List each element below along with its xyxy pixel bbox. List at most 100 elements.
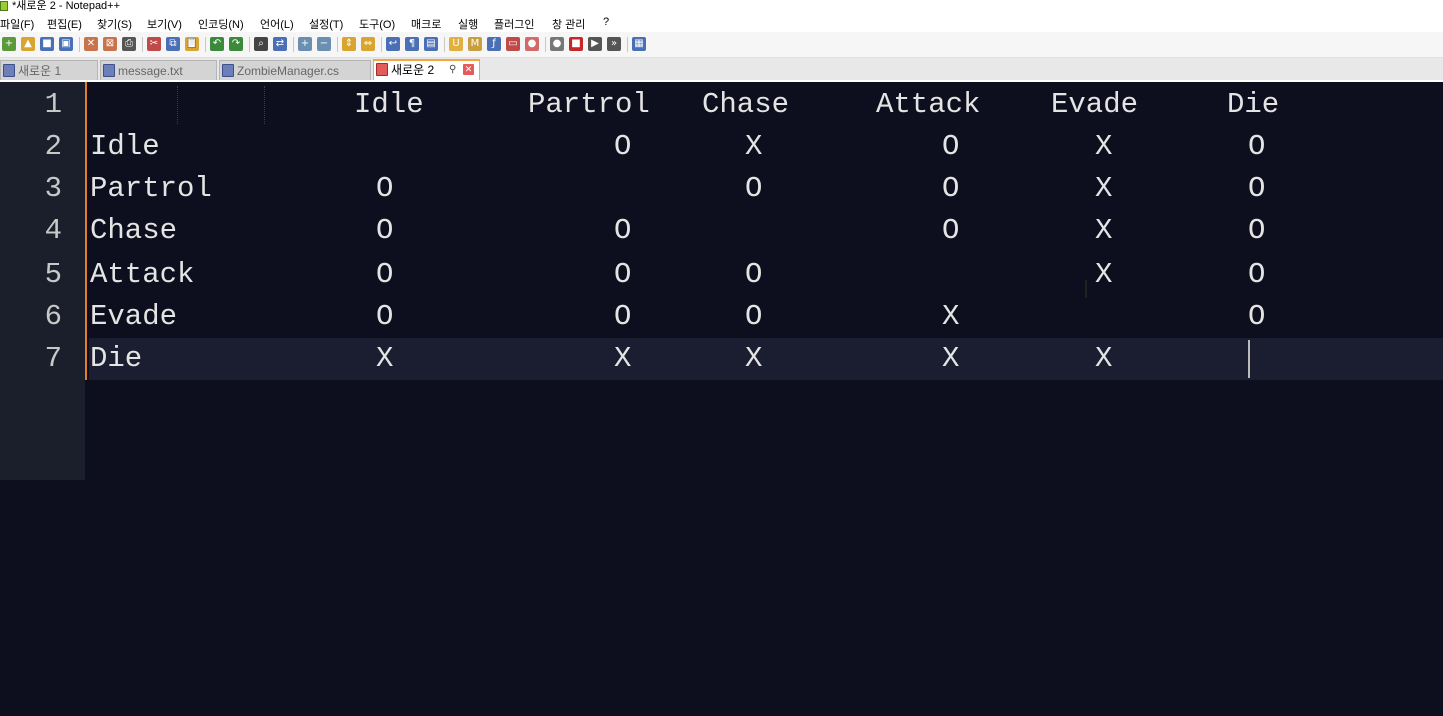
menu-tools[interactable]: 도구(O): [359, 16, 395, 32]
indent-guide-icon[interactable]: ▤: [424, 37, 438, 51]
replace-icon[interactable]: ⇄: [273, 37, 287, 51]
line-number-gutter: 1 2 3 4 5 6 7: [0, 82, 85, 480]
playback-icon[interactable]: ▶: [588, 37, 602, 51]
column-header: Die: [1227, 88, 1280, 121]
menu-window[interactable]: 창 관리: [552, 16, 585, 32]
tab-new-2[interactable]: 새로운 2 ⚲ ✕: [373, 59, 480, 81]
save-icon[interactable]: ■: [40, 37, 54, 51]
table-cell: X: [1095, 130, 1113, 163]
find-icon[interactable]: ⌕: [254, 37, 268, 51]
close-icon[interactable]: ✕: [84, 37, 98, 51]
code-line-header: Idle Partrol Chase Attack Evade Die: [90, 84, 1390, 126]
line-number: 3: [44, 172, 62, 205]
code-line-row: Die X X X X X: [90, 338, 1390, 380]
menu-view[interactable]: 보기(V): [147, 16, 182, 32]
menu-plugins[interactable]: 플러그인: [494, 16, 534, 32]
change-history-marker: [85, 82, 87, 380]
code-line-row: Idle O X O X O: [90, 126, 1390, 168]
toolbar-separator: [381, 37, 382, 52]
table-cell: X: [1095, 258, 1113, 291]
menu-edit[interactable]: 편집(E): [47, 16, 82, 32]
toolbar-separator: [249, 37, 250, 52]
window-title: *새로운 2 - Notepad++: [12, 0, 121, 12]
folder-workspace-icon[interactable]: ▭: [506, 37, 520, 51]
table-cell: X: [1095, 342, 1113, 375]
ibeam-cursor-icon: [1085, 280, 1087, 298]
menu-file[interactable]: 파일(F): [0, 16, 34, 32]
document-icon: [222, 64, 234, 77]
table-cell: X: [942, 300, 960, 333]
row-label: Die: [90, 342, 143, 375]
table-cell: O: [942, 130, 960, 163]
zoom-out-icon[interactable]: −: [317, 37, 331, 51]
print-icon[interactable]: ⎙: [122, 37, 136, 51]
row-label: Chase: [90, 214, 178, 247]
column-header: Evade: [1051, 88, 1139, 121]
menu-run[interactable]: 실행: [458, 16, 478, 32]
function-list-icon[interactable]: ƒ: [487, 37, 501, 51]
title-bar: *새로운 2 - Notepad++: [0, 0, 1443, 14]
editor-area[interactable]: 1 2 3 4 5 6 7 Idle Partrol Chase Attack …: [0, 82, 1443, 480]
column-header: Chase: [702, 88, 790, 121]
open-file-icon[interactable]: ▲: [21, 37, 35, 51]
toolbar-separator: [205, 37, 206, 52]
menu-help[interactable]: ?: [603, 16, 609, 28]
tab-label: message.txt: [118, 64, 183, 78]
document-icon: [3, 64, 15, 77]
stop-record-icon[interactable]: ■: [569, 37, 583, 51]
code-line-row: Evade O O O X O: [90, 296, 1390, 338]
menu-encoding[interactable]: 인코딩(N): [198, 16, 244, 32]
record-macro-icon[interactable]: ●: [550, 37, 564, 51]
close-all-icon[interactable]: ⊠: [103, 37, 117, 51]
text-caret: [1248, 340, 1250, 378]
sync-vertical-icon[interactable]: ⇕: [342, 37, 356, 51]
run-macro-multiple-icon[interactable]: »: [607, 37, 621, 51]
table-cell: O: [376, 172, 394, 205]
line-number: 1: [44, 88, 62, 121]
tab-message-txt[interactable]: message.txt: [100, 60, 217, 81]
close-tab-icon[interactable]: ✕: [463, 64, 474, 75]
cut-icon[interactable]: ✂: [147, 37, 161, 51]
tab-bar: 새로운 1 message.txt ZombieManager.cs 새로운 2…: [0, 58, 1443, 81]
tab-new-1[interactable]: 새로운 1: [0, 60, 98, 81]
monitoring-icon[interactable]: ●: [525, 37, 539, 51]
document-icon: [103, 64, 115, 77]
save-macro-icon[interactable]: ▦: [632, 37, 646, 51]
table-cell: O: [745, 172, 763, 205]
code-line-row: Attack O O O X O: [90, 254, 1390, 296]
notepad-plus-plus-icon: [0, 1, 8, 11]
line-number: 7: [44, 342, 62, 375]
table-cell: X: [614, 342, 632, 375]
table-cell: X: [1095, 214, 1113, 247]
menu-language[interactable]: 언어(L): [260, 16, 294, 32]
table-cell: O: [1248, 130, 1266, 163]
row-label: Attack: [90, 258, 195, 291]
menu-macro[interactable]: 매크로: [411, 16, 441, 32]
word-wrap-icon[interactable]: ↩: [386, 37, 400, 51]
table-cell: O: [745, 258, 763, 291]
show-all-chars-icon[interactable]: ¶: [405, 37, 419, 51]
undo-icon[interactable]: ↶: [210, 37, 224, 51]
tab-zombiemanager-cs[interactable]: ZombieManager.cs: [219, 60, 371, 81]
copy-icon[interactable]: ⧉: [166, 37, 180, 51]
sync-horizontal-icon[interactable]: ⇔: [361, 37, 375, 51]
table-cell: O: [745, 300, 763, 333]
row-label: Evade: [90, 300, 178, 333]
table-cell: O: [614, 214, 632, 247]
line-number: 2: [44, 130, 62, 163]
redo-icon[interactable]: ↷: [229, 37, 243, 51]
menu-settings[interactable]: 설정(T): [309, 16, 343, 32]
doc-map-icon[interactable]: M: [468, 37, 482, 51]
pin-icon[interactable]: ⚲: [449, 61, 456, 79]
tab-label: 새로운 2: [391, 63, 435, 77]
paste-icon[interactable]: 📋: [185, 37, 199, 51]
zoom-in-icon[interactable]: +: [298, 37, 312, 51]
user-language-icon[interactable]: U: [449, 37, 463, 51]
menu-search[interactable]: 찾기(S): [97, 16, 132, 32]
column-header: Partrol: [528, 88, 650, 121]
table-cell: O: [614, 258, 632, 291]
table-cell: O: [942, 214, 960, 247]
save-all-icon[interactable]: ▣: [59, 37, 73, 51]
new-file-icon[interactable]: +: [2, 37, 16, 51]
toolbar-separator: [142, 37, 143, 52]
